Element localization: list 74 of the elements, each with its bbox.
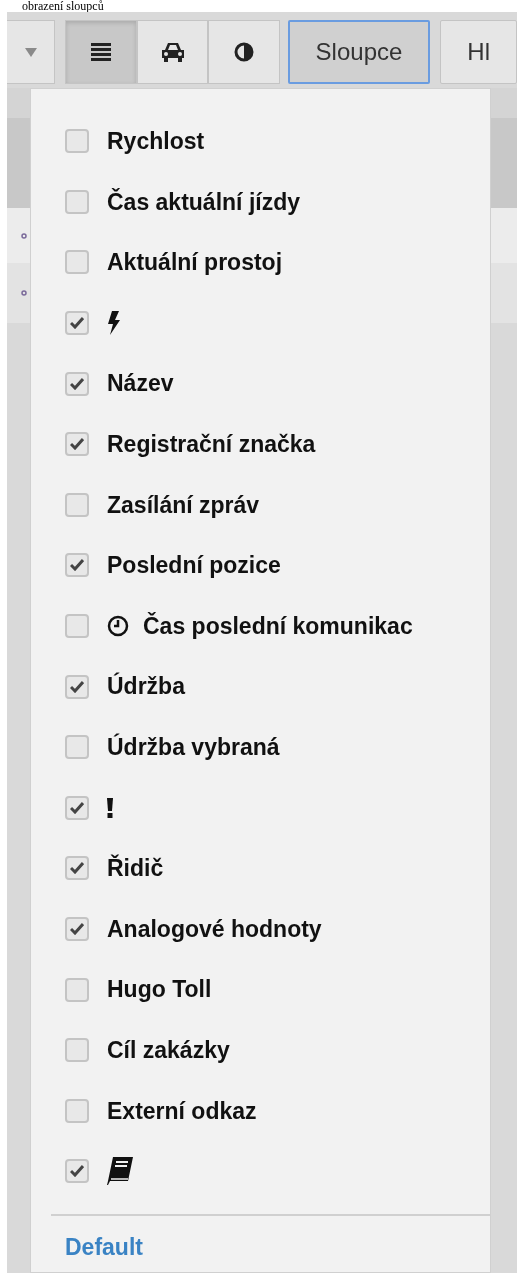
caret-icon <box>24 47 37 57</box>
checkmark-icon <box>70 438 84 451</box>
menu-item-label: Název <box>107 369 174 399</box>
toolbar-button[interactable] <box>136 20 209 84</box>
checkbox[interactable] <box>65 432 89 457</box>
checkbox[interactable] <box>65 1098 89 1123</box>
menu-item-label: Analogové hodnoty <box>107 914 322 944</box>
list-icon <box>91 43 112 61</box>
menu-item[interactable]: Čas poslední komunikac <box>31 595 490 657</box>
checkmark-icon <box>70 680 84 693</box>
ring-icon <box>21 290 27 296</box>
toolbar-button[interactable]: Hl <box>440 20 517 84</box>
menu-item-label: Údržba vybraná <box>107 732 280 762</box>
checkbox[interactable] <box>65 614 89 639</box>
ring-icon <box>21 232 27 239</box>
menu-item[interactable]: Název <box>31 353 490 414</box>
menu-item-label: Registrační značka <box>107 430 316 459</box>
menu-item[interactable]: Externí odkaz <box>31 1080 490 1142</box>
menu-item-label: Zasílání zpráv <box>107 490 260 520</box>
checkmark-icon <box>70 377 84 390</box>
checkbox[interactable] <box>65 735 89 760</box>
menu-item-label: Poslední pozice <box>107 551 281 581</box>
checkbox[interactable] <box>65 371 89 396</box>
toolbar-button[interactable] <box>65 20 137 84</box>
checkmark-icon <box>70 801 84 814</box>
menu-item-label: Čas aktuální jízdy <box>107 187 300 217</box>
checkbox[interactable] <box>65 795 89 820</box>
toolbar-button[interactable]: Sloupce <box>287 20 431 84</box>
caption-text: obrazení sloupců <box>21 0 105 12</box>
menu-item[interactable]: Cíl zakázky <box>31 1019 490 1081</box>
checkbox[interactable] <box>65 977 89 1002</box>
menu-item[interactable]: Aktuální prostoj <box>31 232 490 293</box>
menu-item-label: Údržba <box>107 671 185 702</box>
menu-item-label: Řidič <box>107 853 164 884</box>
checkmark-icon <box>70 862 84 875</box>
book-icon <box>107 1157 133 1186</box>
checkbox[interactable] <box>65 129 89 154</box>
car-icon <box>159 42 186 62</box>
menu-item-label: Hugo Toll <box>107 975 212 1005</box>
checkbox[interactable] <box>65 856 89 881</box>
checkbox[interactable] <box>65 674 89 699</box>
menu-item[interactable]: Údržba vybraná <box>31 716 490 778</box>
default-link[interactable]: Default <box>65 1233 143 1260</box>
toolbar-button[interactable] <box>208 20 280 84</box>
menu-item[interactable]: Analogové hodnoty <box>31 898 490 960</box>
menu-item-label: Cíl zakázky <box>107 1035 230 1065</box>
checkmark-icon <box>70 317 84 330</box>
menu-item[interactable]: Registrační značka <box>31 413 490 475</box>
menu-item[interactable]: Poslední pozice <box>31 535 490 596</box>
checkbox[interactable] <box>65 1038 89 1063</box>
checkmark-icon <box>70 1165 84 1178</box>
checkmark-icon <box>70 923 84 935</box>
menu-item-label: Externí odkaz <box>107 1096 257 1126</box>
checkbox[interactable] <box>65 189 89 214</box>
menu-item[interactable]: Zasílání zpráv <box>31 474 490 536</box>
exclamation-icon <box>107 797 113 818</box>
checkmark-icon <box>70 559 84 572</box>
checkbox[interactable] <box>65 311 89 336</box>
menu-item[interactable]: Řidič <box>31 838 490 899</box>
menu-item[interactable]: Hugo Toll <box>31 959 490 1020</box>
checkbox[interactable] <box>65 250 89 275</box>
menu-item[interactable]: Rychlost <box>31 111 490 172</box>
menu-item[interactable]: Údržba <box>31 656 490 717</box>
menu-item[interactable]: Čas aktuální jízdy <box>31 171 490 233</box>
menu-item-label: Aktuální prostoj <box>107 248 283 278</box>
contrast-icon <box>233 42 254 62</box>
menu-item-label: Rychlost <box>107 127 205 157</box>
checkbox[interactable] <box>65 553 89 578</box>
checkbox[interactable] <box>65 917 89 941</box>
checkbox[interactable] <box>65 1159 89 1184</box>
checkbox[interactable] <box>65 492 89 517</box>
menu-item-label: Čas poslední komunikac <box>143 611 413 641</box>
lightning-icon <box>107 311 121 336</box>
clock-icon <box>107 615 129 638</box>
